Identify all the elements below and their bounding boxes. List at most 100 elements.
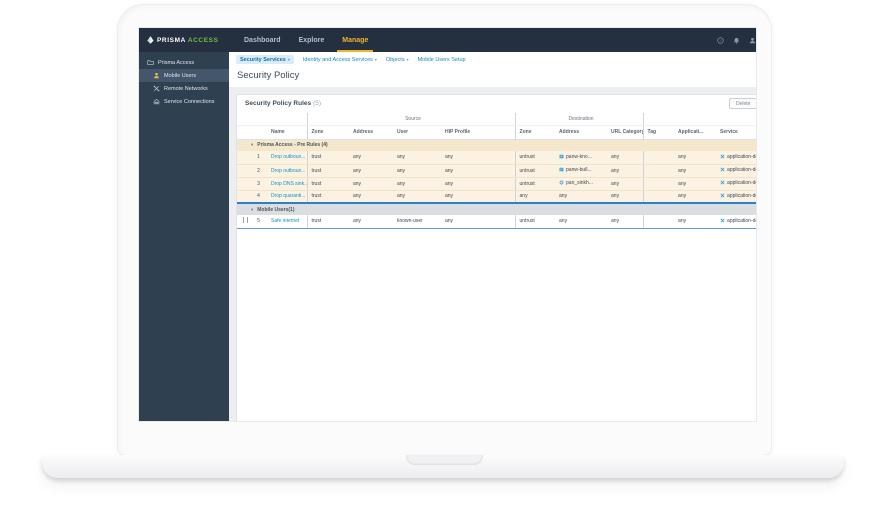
rule-name-link[interactable]: Drop outboun... bbox=[271, 168, 305, 174]
service-connections-icon bbox=[152, 98, 160, 106]
address-object-icon bbox=[559, 167, 564, 174]
group-header-blank bbox=[642, 113, 756, 126]
cell-tag bbox=[642, 190, 675, 204]
cell-dest-zone: untrust bbox=[514, 215, 556, 229]
tab-explore[interactable]: Explore bbox=[290, 28, 334, 52]
cell-text: application-default bbox=[727, 192, 756, 199]
sidebar-item-service-connections[interactable]: Service Connections bbox=[139, 95, 229, 108]
notifications-icon[interactable] bbox=[732, 36, 740, 44]
column-header-url-category[interactable]: URL Category bbox=[607, 125, 644, 140]
rule-group-row[interactable]: ▾ Mobile Users(1) bbox=[237, 202, 756, 215]
cell-text: any bbox=[353, 167, 362, 174]
row-handle-cell bbox=[237, 177, 250, 191]
table-row[interactable]: 1 Drop outboun... trust any any any untrust pan… bbox=[237, 151, 756, 165]
card-header: Security Policy Rules (5) Delete bbox=[237, 95, 756, 113]
column-header-hip-profile[interactable]: HIP Profile bbox=[441, 125, 516, 140]
breadcrumb-item-security-services[interactable]: Security Services ▾ bbox=[236, 55, 294, 64]
sidebar-item-prisma-access[interactable]: Prisma Access bbox=[139, 56, 229, 69]
cell-text: trust bbox=[311, 193, 322, 200]
cell-text: any bbox=[397, 167, 406, 174]
cell-text: trust bbox=[311, 154, 322, 161]
application-default-icon bbox=[720, 180, 725, 187]
rule-group-label: Mobile Users(1) bbox=[257, 206, 295, 213]
rule-name-link[interactable]: Drop DNS sink... bbox=[271, 181, 307, 187]
cell-service: application-default bbox=[716, 177, 756, 191]
breadcrumb-item-objects[interactable]: Objects ▾ bbox=[386, 57, 409, 63]
column-header-user[interactable]: User bbox=[393, 125, 441, 140]
column-header-name[interactable]: Name bbox=[267, 125, 307, 140]
cell-application: any bbox=[674, 215, 717, 229]
sidebar-item-label: Mobile Users bbox=[164, 72, 197, 79]
security-policy-rules-table: Source Destination Name Zone Address Use… bbox=[237, 113, 756, 229]
cell-text: any bbox=[445, 193, 454, 200]
row-handle-cell bbox=[237, 151, 250, 165]
cell-dest-zone: untrust bbox=[514, 164, 556, 178]
sidebar-item-label: Prisma Access bbox=[158, 59, 195, 66]
cell-hip-profile: any bbox=[441, 190, 516, 204]
tab-dashboard[interactable]: Dashboard bbox=[235, 28, 290, 52]
cell-text: any bbox=[353, 218, 362, 225]
prisma-access-logo: PRISMA ACCESS bbox=[139, 28, 223, 52]
help-icon[interactable]: ? bbox=[716, 36, 724, 44]
cell-dest-zone: any bbox=[514, 190, 556, 204]
cell-service: application-default bbox=[716, 151, 756, 165]
row-number-cell: 5 bbox=[250, 215, 267, 229]
column-header-dest-zone[interactable]: Zone bbox=[514, 125, 556, 140]
column-header-dest-address[interactable]: Address bbox=[555, 125, 608, 140]
tab-manage[interactable]: Manage bbox=[333, 28, 377, 52]
cell-dest-zone: untrust bbox=[514, 177, 556, 191]
rule-name-link[interactable]: Drop outboun... bbox=[271, 154, 305, 160]
rule-name-link[interactable]: Safe internet bbox=[271, 218, 299, 224]
breadcrumb-item-mobile-users-setup[interactable]: Mobile Users Setup bbox=[418, 57, 466, 63]
cell-tag bbox=[642, 215, 675, 229]
cell-url-category: any bbox=[607, 177, 644, 191]
cell-text: any bbox=[559, 193, 568, 200]
cell-text: any bbox=[397, 193, 406, 200]
table-row[interactable]: 2 Drop outboun... trust any any any untrust pan… bbox=[237, 164, 756, 178]
table-row[interactable]: 5 Safe internet trust any known-user any untru… bbox=[237, 215, 756, 229]
cell-dest-address: pan_sinkh... bbox=[555, 177, 608, 191]
cell-hip-profile: any bbox=[441, 151, 516, 165]
cell-hip-profile: any bbox=[441, 215, 516, 229]
cell-text: any bbox=[445, 154, 454, 161]
cell-text: any bbox=[397, 154, 406, 161]
cell-url-category: any bbox=[607, 215, 644, 229]
cell-text: any bbox=[678, 180, 687, 187]
column-header-zone[interactable]: Zone bbox=[306, 125, 349, 140]
chevron-down-icon: ▾ bbox=[406, 56, 409, 62]
cell-text: any bbox=[445, 218, 454, 225]
column-header-row: Name Zone Address User HIP Profile Zone … bbox=[237, 125, 756, 140]
cell-text: any bbox=[353, 154, 362, 161]
cell-text: application-default bbox=[727, 180, 756, 186]
column-group-header-row: Source Destination bbox=[237, 113, 756, 126]
rule-name-link[interactable]: Drop quaranti... bbox=[271, 193, 305, 199]
cell-name: Drop DNS sink... bbox=[267, 177, 307, 191]
cell-address: any bbox=[349, 151, 393, 165]
user-icon[interactable] bbox=[748, 36, 756, 44]
drag-handle-icon[interactable] bbox=[243, 217, 248, 224]
application-default-icon bbox=[720, 218, 725, 225]
cell-text: any bbox=[353, 193, 362, 200]
delete-button[interactable]: Delete bbox=[729, 98, 756, 109]
row-handle-cell bbox=[237, 164, 250, 178]
security-policy-rules-card: Security Policy Rules (5) Delete Source … bbox=[236, 94, 756, 421]
column-header-service[interactable]: Service bbox=[716, 125, 756, 140]
breadcrumb-label: Mobile Users Setup bbox=[417, 56, 466, 63]
table-row[interactable]: 3 Drop DNS sink... trust any any any untrust pa… bbox=[237, 177, 756, 191]
cell-text: any bbox=[445, 167, 454, 174]
logo-text: PRISMA ACCESS bbox=[157, 36, 219, 44]
cell-text: pan_sinkh... bbox=[566, 180, 593, 186]
table-row[interactable]: 4 Drop quaranti... trust any any any any any any… bbox=[237, 190, 756, 204]
breadcrumb-item-identity-and-access-services[interactable]: Identity and Access Services ▾ bbox=[303, 57, 377, 63]
cell-text: any bbox=[611, 218, 620, 225]
sidebar-item-mobile-users[interactable]: Mobile Users bbox=[139, 69, 229, 82]
group-header-source: Source bbox=[306, 113, 516, 126]
column-header-address[interactable]: Address bbox=[349, 125, 393, 140]
cell-zone: trust bbox=[306, 190, 349, 204]
cell-text: any bbox=[611, 167, 620, 174]
column-header-tag[interactable]: Tag bbox=[642, 125, 675, 140]
sidebar-item-remote-networks[interactable]: Remote Networks bbox=[139, 82, 229, 95]
column-header-application[interactable]: Applicati... bbox=[674, 125, 717, 140]
cell-name: Drop outboun... bbox=[267, 164, 307, 178]
rule-group-row[interactable]: ▾ Prisma Access - Pre Rules (4) bbox=[237, 139, 756, 151]
